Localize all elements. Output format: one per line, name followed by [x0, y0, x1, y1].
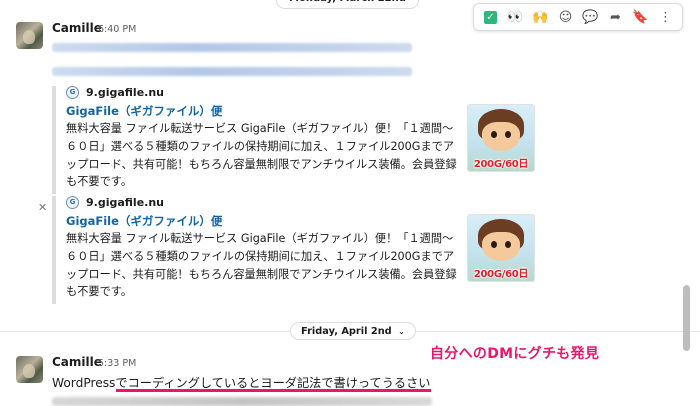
- save-message-button[interactable]: 🔖: [628, 5, 653, 29]
- message-author[interactable]: Camille: [52, 355, 102, 369]
- annotation-underline: [116, 389, 431, 392]
- preview-site[interactable]: G 9.gigafile.nu: [66, 86, 164, 99]
- preview-thumbnail[interactable]: 200G/60日: [467, 214, 535, 282]
- link-preview: G 9.gigafile.nu GigaFile（ギガファイル）便 無料大容量 …: [52, 196, 541, 304]
- share-icon: ➦: [610, 9, 621, 25]
- annotation-text: 自分へのDMにグチも発見: [430, 346, 600, 362]
- site-favicon-icon: G: [66, 196, 79, 209]
- thread-icon: 💬: [582, 9, 599, 25]
- link-preview: G 9.gigafile.nu GigaFile（ギガファイル）便 無料大容量 …: [52, 86, 541, 194]
- scrollbar-thumb[interactable]: [683, 285, 690, 351]
- more-vertical-icon: ⋮: [659, 9, 672, 25]
- check-icon: ✓: [484, 10, 497, 24]
- share-message-button[interactable]: ➦: [603, 5, 628, 29]
- preview-thumbnail[interactable]: 200G/60日: [467, 104, 535, 172]
- blurred-link[interactable]: [52, 67, 412, 76]
- raised-hands-reaction-button[interactable]: 🙌: [528, 5, 553, 29]
- avatar[interactable]: [16, 22, 43, 49]
- reply-in-thread-button[interactable]: 💬: [578, 5, 603, 29]
- date-divider-label: Friday, April 2nd: [301, 326, 392, 337]
- preview-site-name: 9.gigafile.nu: [86, 196, 164, 209]
- bookmark-icon: 🔖: [632, 9, 649, 25]
- completed-reaction-button[interactable]: ✓: [478, 5, 503, 29]
- preview-title-link[interactable]: GigaFile（ギガファイル）便: [66, 103, 222, 119]
- site-favicon-icon: G: [66, 86, 79, 99]
- blurred-text: [52, 397, 432, 406]
- avatar[interactable]: [16, 356, 43, 383]
- date-divider-button[interactable]: Friday, April 2nd ⌄: [290, 322, 416, 340]
- preview-site-name: 9.gigafile.nu: [86, 86, 164, 99]
- add-reaction-icon: ☺: [558, 9, 573, 25]
- add-reaction-button[interactable]: ☺: [553, 5, 578, 29]
- preview-description: 無料大容量 ファイル転送サービス GigaFile（ギガファイル）便！「１週間～…: [66, 122, 457, 189]
- preview-description: 無料大容量 ファイル転送サービス GigaFile（ギガファイル）便！「１週間～…: [66, 232, 457, 299]
- more-actions-button[interactable]: ⋮: [653, 5, 678, 29]
- remove-preview-icon[interactable]: ✕: [38, 201, 47, 214]
- message-timestamp[interactable]: 5:33 PM: [98, 358, 136, 369]
- message-text-highlight: コーディングしているとヨーダ記法で書けってうるさい: [127, 376, 431, 390]
- preview-site[interactable]: G 9.gigafile.nu: [66, 196, 164, 209]
- message-author[interactable]: Camille: [52, 21, 102, 35]
- raised-hands-icon: 🙌: [532, 9, 549, 25]
- message-text-prefix: WordPressで: [52, 376, 128, 390]
- thumbnail-label: 200G/60日: [473, 159, 529, 170]
- date-divider-top[interactable]: Monday, March 22nd: [276, 0, 419, 9]
- chevron-down-icon: ⌄: [398, 327, 405, 336]
- blurred-link[interactable]: [52, 43, 412, 52]
- eyes-reaction-button[interactable]: 👀: [503, 5, 528, 29]
- thumbnail-label: 200G/60日: [473, 269, 529, 280]
- message-timestamp[interactable]: 6:40 PM: [98, 24, 136, 35]
- preview-title-link[interactable]: GigaFile（ギガファイル）便: [66, 213, 222, 229]
- message-actions-toolbar: ✓ 👀 🙌 ☺ 💬 ➦ 🔖 ⋮: [473, 3, 683, 31]
- eyes-icon: 👀: [507, 9, 524, 25]
